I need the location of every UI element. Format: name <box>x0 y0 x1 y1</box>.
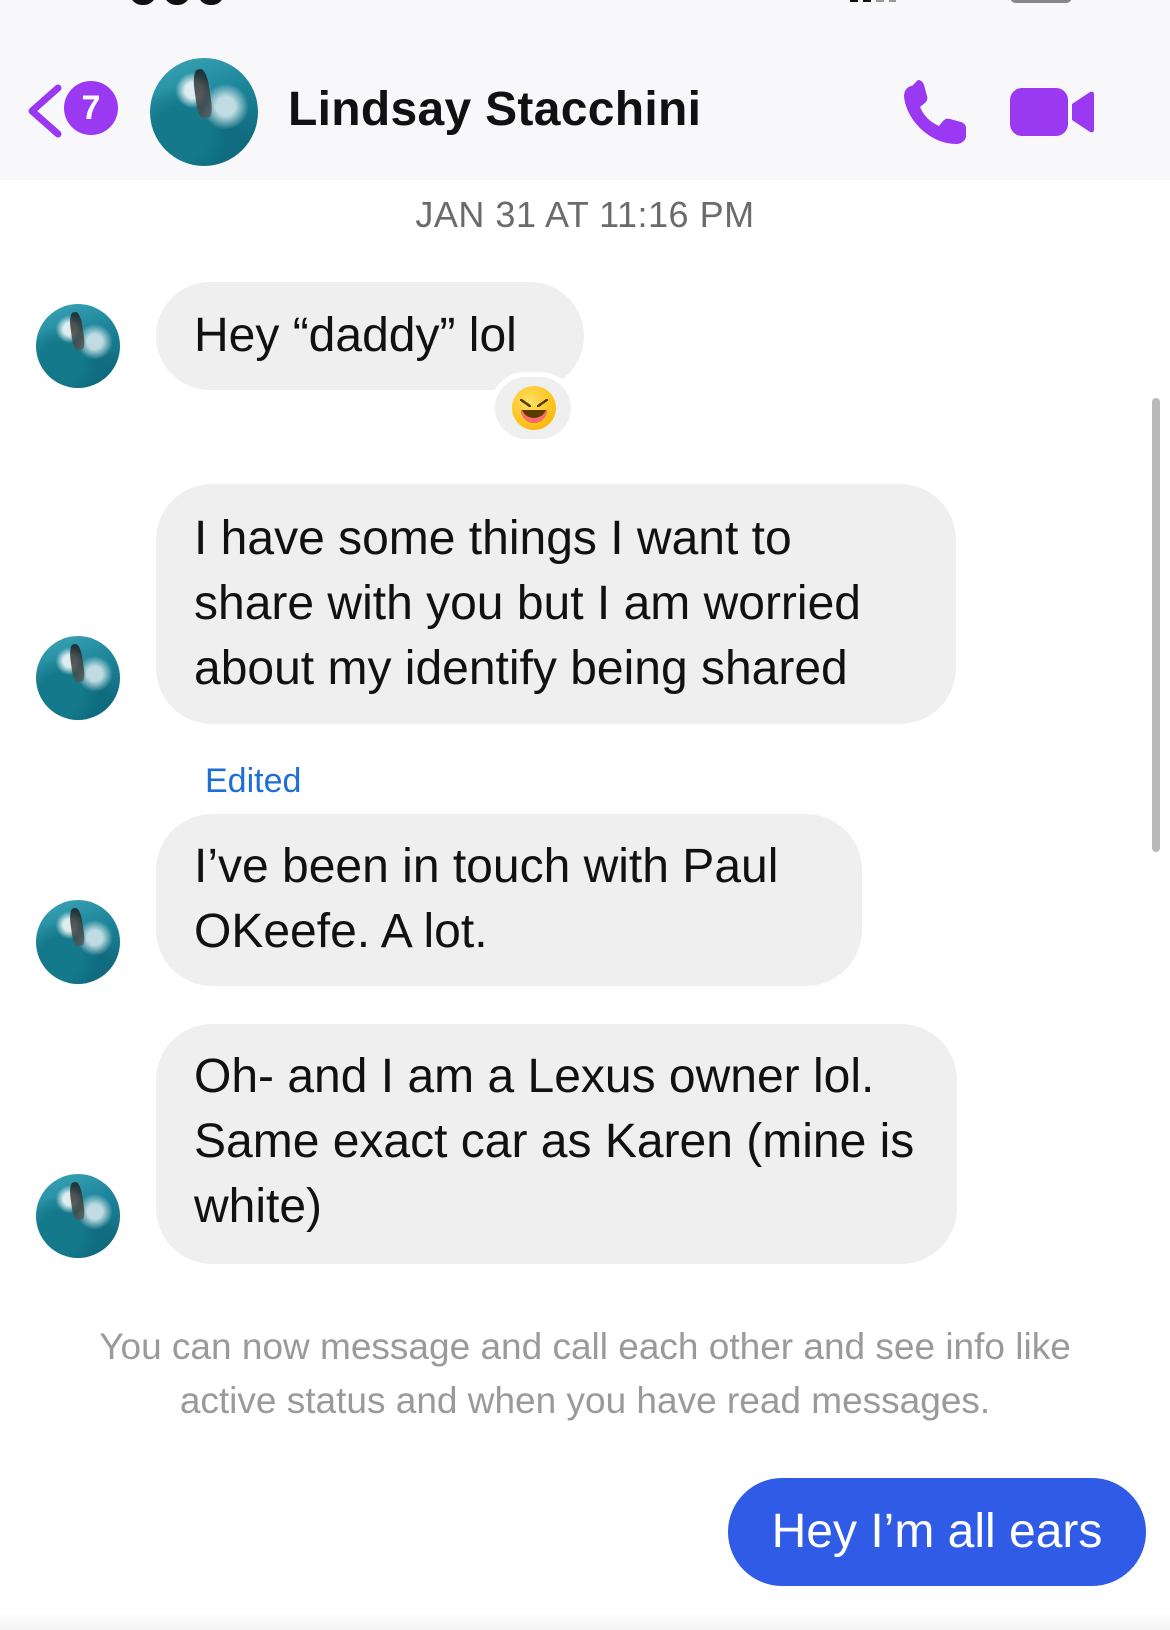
thread-timestamp: JAN 31 AT 11:16 PM <box>415 194 755 235</box>
incoming-message-bubble[interactable]: Oh- and I am a Lexus owner lol. Same exa… <box>156 1024 957 1264</box>
video-camera-icon[interactable] <box>1010 84 1094 140</box>
laughing-squinting-face-emoji-icon <box>512 386 556 430</box>
sender-avatar[interactable] <box>36 636 120 720</box>
outgoing-message-bubble[interactable]: Hey I’m all ears <box>728 1478 1146 1586</box>
edited-label[interactable]: Edited <box>205 762 301 801</box>
chat-header: 7 Lindsay Stacchini <box>0 0 1170 180</box>
incoming-message-bubble[interactable]: I have some things I want to share with … <box>156 484 956 724</box>
sender-avatar[interactable] <box>36 304 120 388</box>
contact-avatar[interactable] <box>150 58 258 166</box>
status-bar-indicators <box>850 0 1072 4</box>
chevron-left-icon <box>28 84 62 138</box>
sender-avatar[interactable] <box>36 1174 120 1258</box>
message-reaction[interactable] <box>490 372 576 444</box>
back-button[interactable]: 7 <box>24 78 124 142</box>
phone-icon[interactable] <box>900 78 972 146</box>
messenger-chat-screen: 7 Lindsay Stacchini JAN 31 AT 11:16 PM H… <box>0 0 1170 1630</box>
incoming-message-bubble[interactable]: I’ve been in touch with Paul OKeefe. A l… <box>156 814 862 986</box>
unread-count-badge: 7 <box>64 81 118 135</box>
connection-notice: You can now message and call each other … <box>99 1326 1071 1421</box>
battery-icon <box>1010 0 1072 3</box>
composer-edge <box>0 1612 1170 1630</box>
cell-signal-icon <box>850 0 896 2</box>
status-bar-clock-fragment <box>130 0 240 6</box>
sender-avatar[interactable] <box>36 900 120 984</box>
scrollbar[interactable] <box>1152 398 1160 852</box>
contact-name[interactable]: Lindsay Stacchini <box>288 82 701 137</box>
